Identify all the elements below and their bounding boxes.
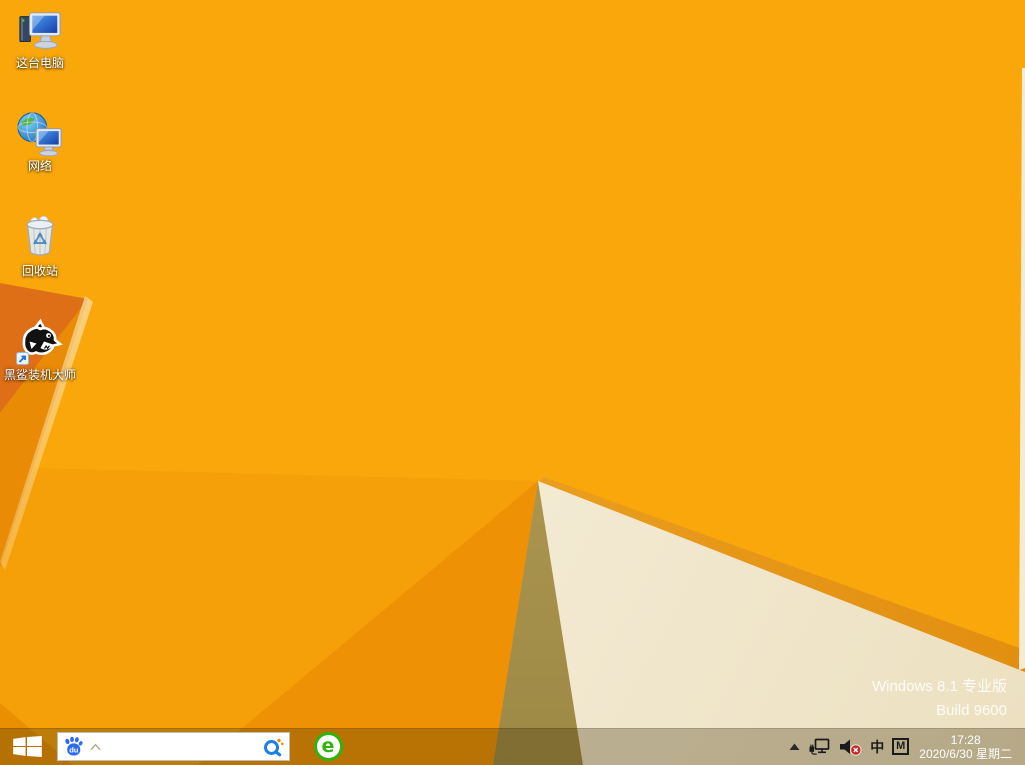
- desktop-icon-label: 这台电脑: [1, 56, 79, 70]
- speaker-muted-icon: [838, 738, 862, 756]
- wallpaper-edge-sliver: [0, 0, 1025, 765]
- ime-language-indicator[interactable]: 中: [870, 728, 884, 765]
- baidu-paw-icon[interactable]: du: [63, 736, 84, 757]
- taskbar-green-browser-button[interactable]: e: [311, 731, 345, 762]
- windows-watermark: Windows 8.1 专业版 Build 9600: [872, 675, 1007, 723]
- wallpaper-fold-highlight: [0, 0, 1025, 765]
- clock-time: 17:28: [951, 733, 981, 747]
- baidu-du-label: du: [69, 745, 79, 754]
- desktop-icon-network[interactable]: 网络: [1, 110, 79, 173]
- wallpaper-fold-ridge: [0, 0, 1025, 765]
- volume-button[interactable]: [838, 728, 862, 765]
- wallpaper-facet-corner: [0, 0, 1025, 765]
- desktop[interactable]: 这台电脑 网络: [0, 0, 1025, 765]
- search-magnifier-icon[interactable]: [262, 736, 284, 758]
- green-browser-icon: e: [314, 732, 343, 761]
- desktop-icon-label: 黑鲨装机大师: [1, 368, 79, 382]
- desktop-icon-this-pc[interactable]: 这台电脑: [1, 8, 79, 70]
- wallpaper-facet-lower-orange: [0, 0, 1025, 765]
- desktop-icon-label: 回收站: [1, 264, 79, 278]
- ime-mode-button[interactable]: M: [892, 728, 909, 765]
- start-button[interactable]: [0, 728, 55, 765]
- wallpaper-facet-burnt-triangle: [0, 0, 1025, 765]
- system-tray: 中 M 17:28 2020/6/30 星期二: [789, 728, 1025, 765]
- wallpaper-facet-wedge: [0, 0, 1025, 765]
- clock-date: 2020/6/30 星期二: [919, 747, 1012, 761]
- taskbar[interactable]: du e: [0, 728, 1025, 765]
- green-browser-letter: e: [322, 737, 335, 756]
- wired-network-icon: [808, 738, 830, 755]
- network-icon: [15, 110, 65, 157]
- search-engine-caret-icon[interactable]: [89, 743, 102, 751]
- this-pc-icon: [15, 8, 65, 54]
- recycle-bin-icon: [16, 212, 64, 262]
- chevron-up-icon: [789, 743, 800, 751]
- desktop-icon-label: 网络: [1, 159, 79, 173]
- desktop-icon-recycle-bin[interactable]: 回收站: [1, 212, 79, 278]
- watermark-edition: Windows 8.1 专业版: [872, 675, 1007, 699]
- network-status-button[interactable]: [808, 728, 830, 765]
- desktop-icon-heisha-installer[interactable]: 黑鲨装机大师: [1, 318, 79, 382]
- wallpaper-facet-saturated: [0, 0, 1025, 765]
- taskbar-clock[interactable]: 17:28 2020/6/30 星期二: [919, 728, 1012, 765]
- search-input[interactable]: [107, 733, 257, 760]
- wallpaper-facet-shadow: [0, 0, 1025, 765]
- ime-mode-indicator: M: [892, 738, 909, 755]
- wallpaper-facet-cream: [0, 0, 1025, 765]
- taskbar-search-box[interactable]: du: [57, 732, 290, 761]
- show-hidden-icons-button[interactable]: [789, 728, 800, 765]
- watermark-build: Build 9600: [872, 699, 1007, 723]
- windows-logo-icon: [13, 736, 42, 757]
- black-shark-icon: [15, 318, 65, 366]
